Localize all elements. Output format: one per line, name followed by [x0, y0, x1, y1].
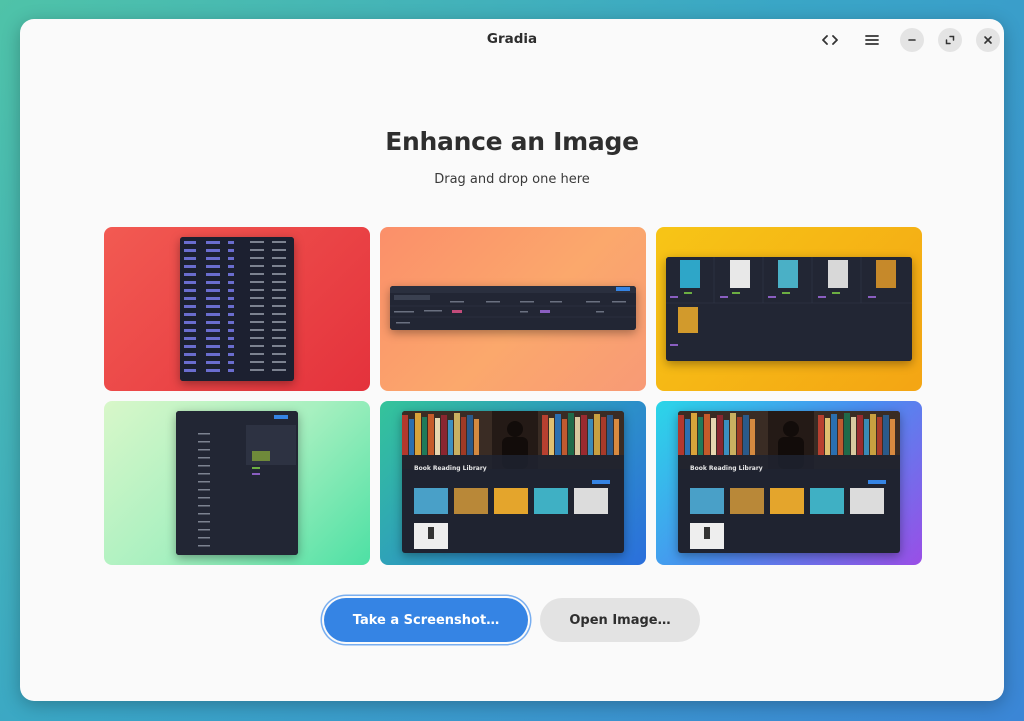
library-title: Book Reading Library [690, 465, 763, 472]
take-screenshot-button[interactable]: Take a Screenshot… [324, 598, 528, 642]
example-card-peach[interactable] [380, 227, 646, 391]
minimize-button[interactable] [900, 28, 924, 52]
example-screenshot-thumbnail [176, 411, 298, 555]
example-card-teal[interactable]: Book Reading Library [380, 401, 646, 565]
example-screenshot-thumbnail: Book Reading Library [678, 411, 900, 553]
example-screenshot-thumbnail [180, 237, 294, 381]
example-card-mint[interactable] [104, 401, 370, 565]
minimize-icon [908, 39, 916, 41]
code-brackets-icon[interactable] [818, 28, 842, 52]
example-card-purple[interactable]: Book Reading Library [656, 401, 922, 565]
open-image-button[interactable]: Open Image… [540, 598, 700, 642]
example-screenshot-thumbnail [390, 286, 636, 330]
library-title: Book Reading Library [414, 465, 487, 472]
app-window: Gradia Enhance an Image Drag and drop on… [20, 19, 1004, 701]
close-button[interactable] [976, 28, 1000, 52]
page-subtitle: Drag and drop one here [434, 172, 590, 187]
example-screenshot-thumbnail [666, 257, 912, 361]
example-screenshot-thumbnail: Book Reading Library [402, 411, 624, 553]
maximize-icon [945, 35, 955, 45]
page-title: Enhance an Image [385, 127, 639, 156]
maximize-button[interactable] [938, 28, 962, 52]
headerbar: Gradia [20, 19, 1004, 63]
hamburger-menu-icon[interactable] [860, 28, 884, 52]
example-card-yellow[interactable] [656, 227, 922, 391]
example-card-red[interactable] [104, 227, 370, 391]
window-title: Gradia [486, 31, 538, 47]
close-icon [984, 36, 992, 44]
